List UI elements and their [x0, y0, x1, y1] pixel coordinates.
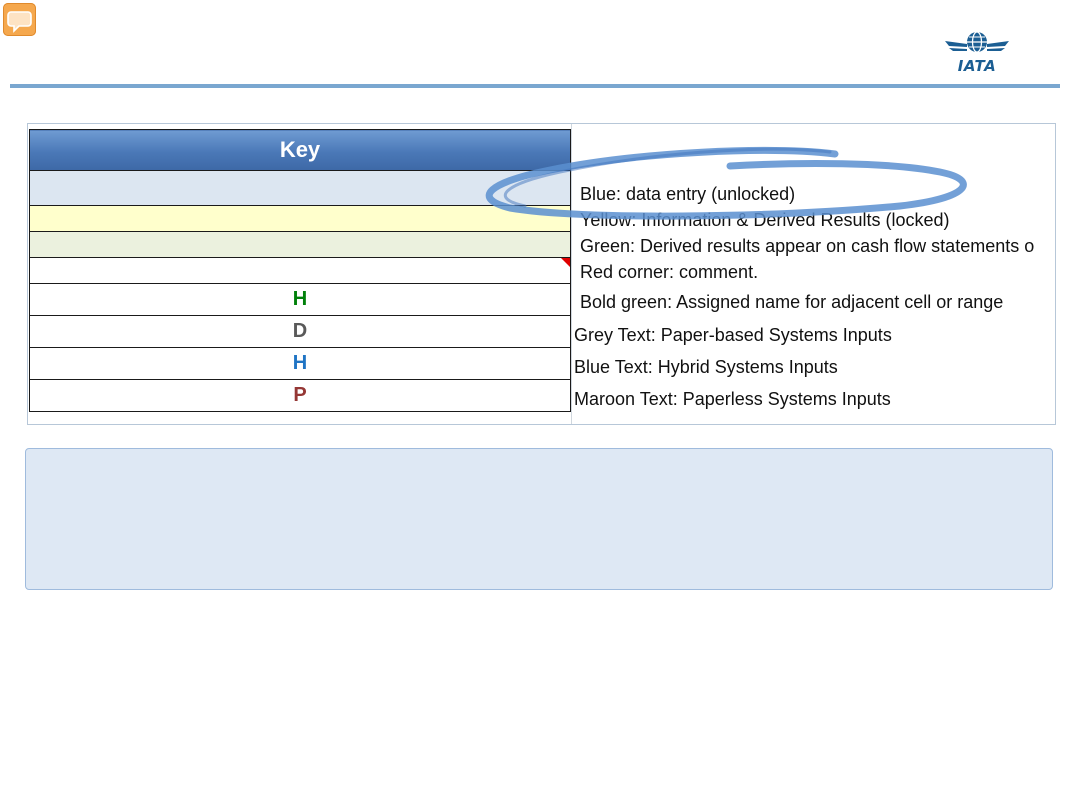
- desc-yellow: Yellow: Information & Derived Results (l…: [580, 210, 950, 230]
- swatch-blue: [29, 170, 571, 206]
- swatch-green: [29, 231, 571, 258]
- swatch-red-corner: [29, 257, 571, 284]
- key-header: Key: [29, 129, 571, 171]
- comment-icon[interactable]: [3, 3, 36, 36]
- letter-cell-grey: D: [29, 315, 571, 348]
- key-table: Key H D H P: [29, 129, 571, 412]
- desc-maroon-text: Maroon Text: Paperless Systems Inputs: [574, 389, 891, 409]
- swatch-yellow: [29, 205, 571, 232]
- desc-blue: Blue: data entry (unlocked): [580, 184, 796, 204]
- letter-cell-green: H: [29, 283, 571, 316]
- blue-letter: H: [292, 352, 308, 374]
- desc-bold-green: Bold green: Assigned name for adjacent c…: [580, 292, 1004, 312]
- note-box: [25, 448, 1053, 590]
- bold-green-letter: H: [292, 288, 308, 310]
- iata-logo: IATA: [943, 30, 1011, 75]
- maroon-letter: P: [293, 384, 307, 406]
- red-corner-marker: [561, 258, 570, 267]
- key-sheet: Key H D H P Blue: data entry (unlocked) …: [27, 123, 1056, 425]
- header-rule: [10, 84, 1060, 88]
- desc-grey-text: Grey Text: Paper-based Systems Inputs: [574, 325, 892, 345]
- grey-letter: D: [292, 320, 308, 342]
- letter-cell-blue: H: [29, 347, 571, 380]
- desc-green: Green: Derived results appear on cash fl…: [580, 236, 1035, 256]
- letter-cell-maroon: P: [29, 379, 571, 412]
- desc-blue-text: Blue Text: Hybrid Systems Inputs: [574, 357, 838, 377]
- logo-text: IATA: [957, 57, 997, 75]
- desc-red-corner: Red corner: comment.: [580, 262, 759, 282]
